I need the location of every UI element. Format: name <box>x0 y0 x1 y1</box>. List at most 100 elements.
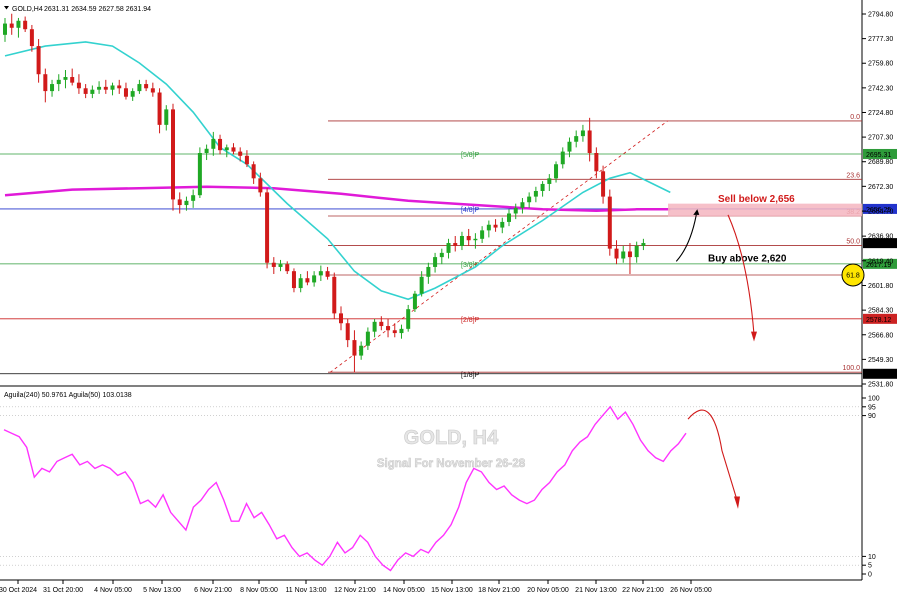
candle-body <box>103 86 108 90</box>
candle-body <box>520 202 525 208</box>
price-tick-label: 2759.80 <box>868 61 893 68</box>
murray-price-tag-text: 2578.12 <box>866 317 891 324</box>
indicator-tick-label: 95 <box>868 404 876 411</box>
candle-body <box>144 84 149 89</box>
murray-price-tag: 2578.12 <box>863 313 897 324</box>
indicator-title: Aguila(240) 50.9761 Aguila(50) 103.0138 <box>4 392 132 399</box>
time-tick-label: 14 Nov 05:00 <box>383 587 425 594</box>
candle-body <box>265 192 270 263</box>
candle-body <box>9 23 14 28</box>
fib-level-label: 0.0 <box>850 114 860 121</box>
ohlc-readout: 2631.31 2634.59 2627.58 2631.94 <box>44 6 151 13</box>
time-tick-label: 20 Nov 05:00 <box>527 587 569 594</box>
price-tick-label: 2549.30 <box>868 357 893 364</box>
candle-body <box>184 200 189 206</box>
time-tick-label: 26 Nov 05:00 <box>670 587 712 594</box>
candle-body <box>16 20 21 28</box>
candle-body <box>23 20 28 30</box>
watermark-subtitle: Signal For November 26-28 <box>377 458 526 470</box>
candle-body <box>197 152 202 196</box>
candle-body <box>480 230 485 239</box>
candle-body <box>554 164 559 179</box>
candle-body <box>97 86 102 90</box>
candle-body <box>507 213 511 222</box>
candle-body <box>601 171 606 197</box>
candle-body <box>83 88 88 94</box>
candle-body <box>90 89 95 94</box>
candle-body <box>278 264 283 267</box>
current-price-tag: 2631.94 <box>863 238 897 249</box>
candle-body <box>63 77 68 80</box>
candle-body <box>244 155 249 165</box>
fib-618-circle-label: 61.8 <box>846 272 860 279</box>
candle-body <box>392 330 397 334</box>
time-tick-label: 6 Nov 21:00 <box>194 587 232 594</box>
candle-body <box>231 147 236 152</box>
candle-body <box>406 309 411 329</box>
candle-body <box>117 85 122 89</box>
candle-body <box>627 251 632 258</box>
candle-body <box>312 275 317 283</box>
candle-body <box>157 92 162 125</box>
candle-body <box>43 74 48 92</box>
murray-level-label: [1/8]P <box>461 372 480 379</box>
candle-body <box>191 195 196 201</box>
price-tick-label: 2531.80 <box>868 382 893 389</box>
candle-body <box>426 266 431 277</box>
candle-body <box>211 138 216 149</box>
indicator-tick-label: 0 <box>868 572 872 579</box>
fib-level-label: 23.6 <box>846 172 860 179</box>
candle-body <box>56 79 61 85</box>
time-tick-label: 11 Nov 13:00 <box>285 587 326 594</box>
candle-body <box>137 84 142 92</box>
candle-body <box>419 276 424 294</box>
candle-body <box>453 243 458 246</box>
indicator-tick-label: 10 <box>868 554 876 561</box>
candle-body <box>325 271 330 277</box>
murray-price-tag-text: 2695.31 <box>866 152 891 159</box>
candle-body <box>164 109 169 125</box>
candle-body <box>580 130 585 137</box>
candle-body <box>305 278 310 283</box>
candle-body <box>171 109 175 200</box>
candle-body <box>574 136 579 142</box>
candle-body <box>285 264 290 272</box>
candle-body <box>493 224 498 228</box>
fib-level-label: 50.0 <box>846 239 860 246</box>
candle-body <box>446 243 451 253</box>
candle-body <box>70 77 75 83</box>
time-tick-label: 30 Oct 2024 <box>0 587 37 594</box>
price-tick-label: 2707.30 <box>868 135 893 142</box>
price-tick-label: 2619.40 <box>868 258 893 265</box>
symbol-label: GOLD,H4 <box>12 6 43 13</box>
chart-header: GOLD,H4 2631.31 2634.59 2627.58 2631.94 <box>4 6 151 13</box>
candle-body <box>513 207 518 214</box>
candle-body <box>332 276 337 314</box>
candle-body <box>594 152 599 172</box>
candle-body <box>251 164 256 179</box>
candle-body <box>473 238 478 241</box>
time-tick-label: 8 Nov 05:00 <box>240 587 278 594</box>
candle-body <box>29 29 34 47</box>
time-tick-label: 4 Nov 05:00 <box>94 587 132 594</box>
time-tick-label: 31 Oct 20:00 <box>43 587 83 594</box>
price-tick-label: 2724.80 <box>868 110 893 117</box>
time-tick-label: 15 Nov 13:00 <box>431 587 473 594</box>
price-tick-label: 2689.80 <box>868 159 893 166</box>
candle-body <box>110 85 115 90</box>
murray-level-label: [5/8]P <box>461 152 480 159</box>
gold-h4-chart: GOLD,H4 2631.31 2634.59 2627.58 2631.94 … <box>0 0 900 600</box>
candle-body <box>486 224 491 231</box>
time-tick-label: 5 Nov 13:00 <box>143 587 181 594</box>
candle-body <box>365 331 370 346</box>
candle-body <box>641 243 646 246</box>
price-tick-label: 2794.80 <box>868 12 893 19</box>
candle-body <box>150 88 155 93</box>
price-tick-label: 2584.30 <box>868 308 893 315</box>
candle-body <box>204 148 209 153</box>
murray-price-tag: 2695.31 <box>863 148 897 159</box>
murray-price-tag-text: 2539.06 <box>866 372 891 379</box>
price-tick-label: 2566.80 <box>868 332 893 339</box>
candle-body <box>433 257 438 267</box>
candle-body <box>218 138 223 151</box>
